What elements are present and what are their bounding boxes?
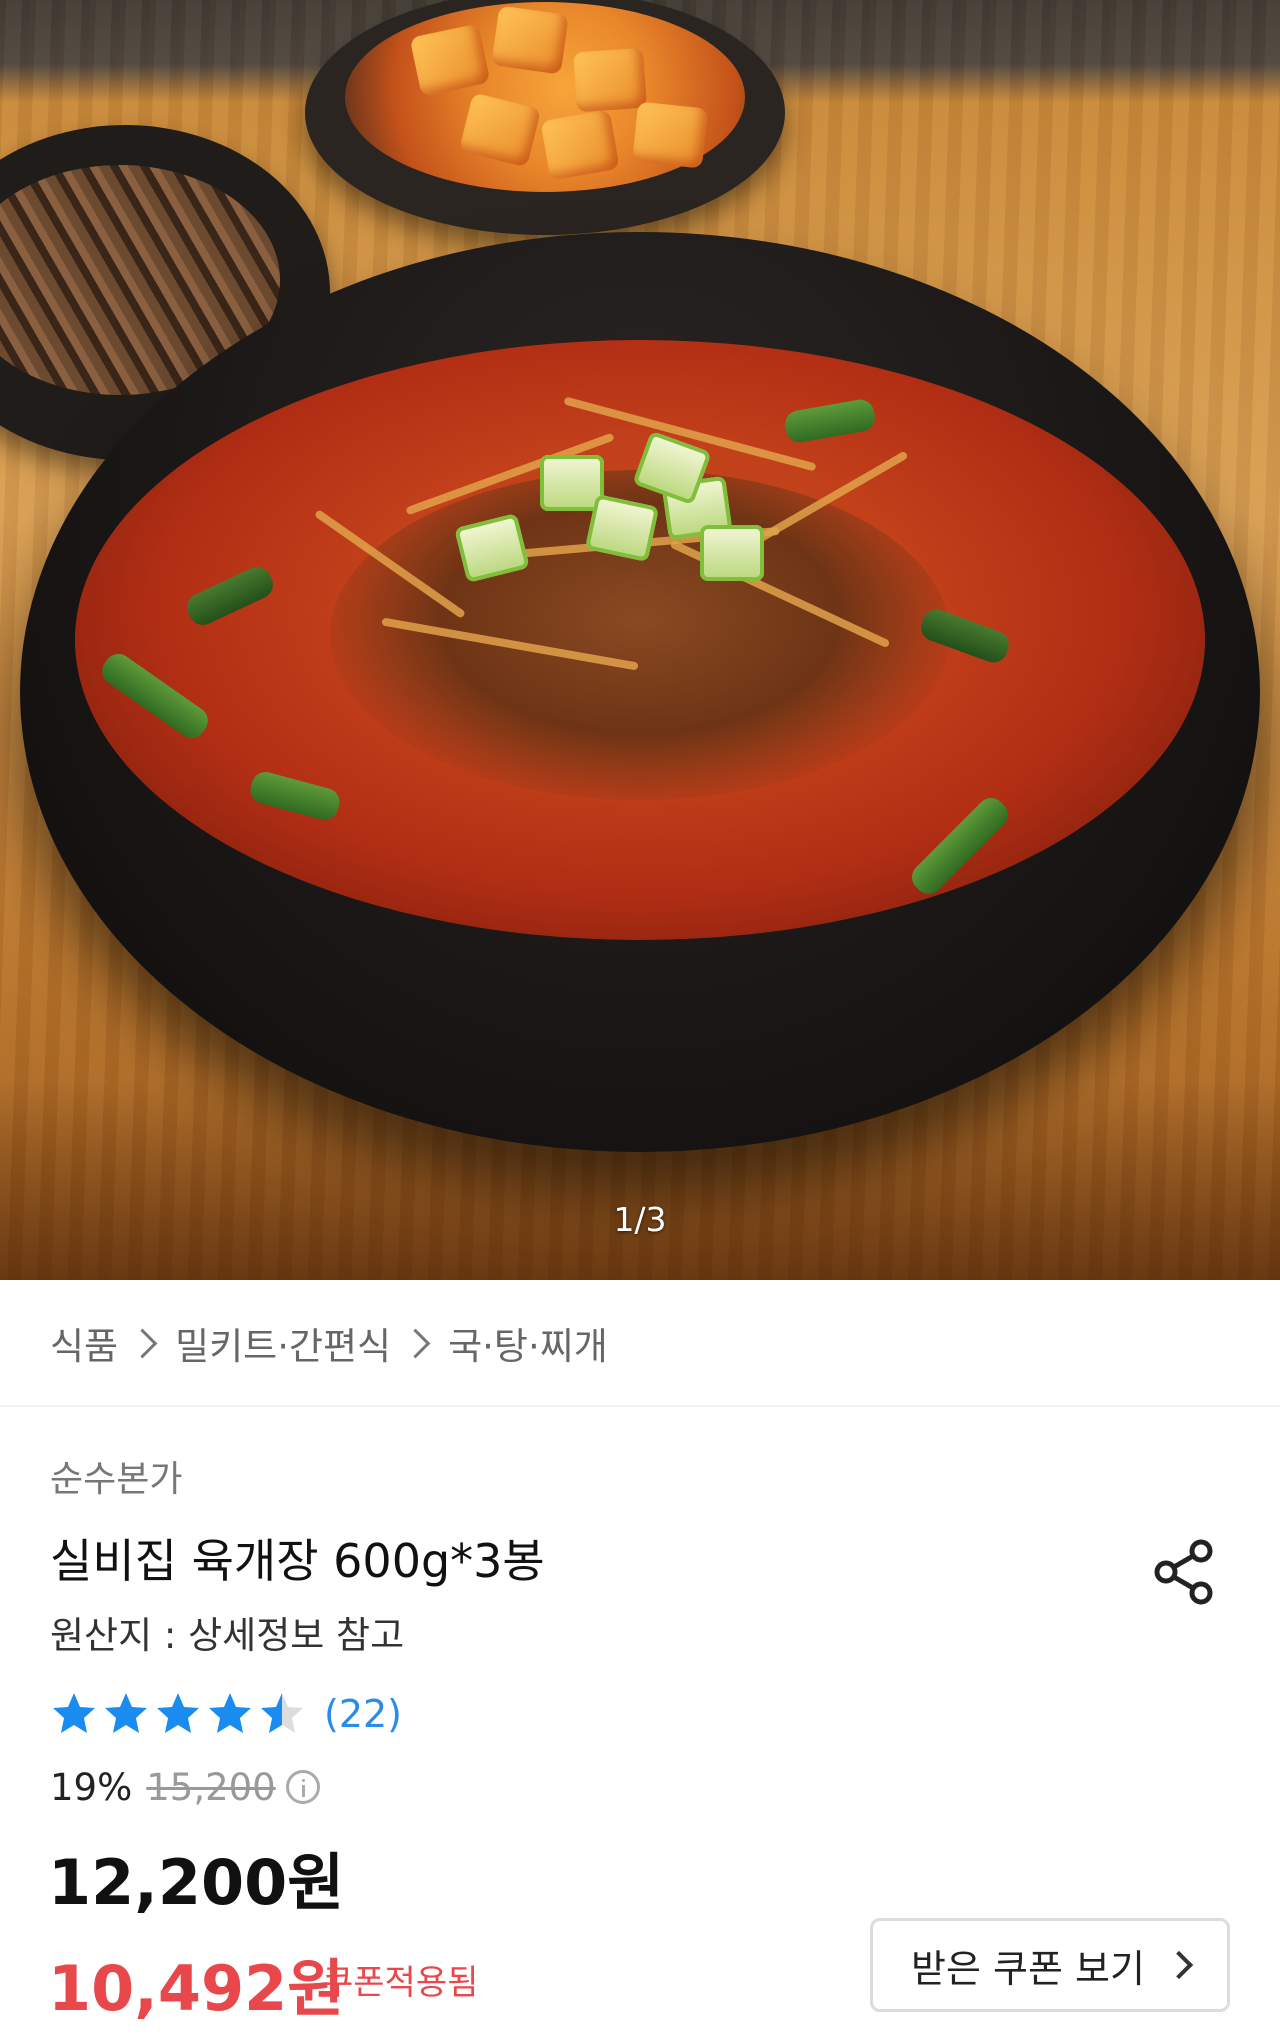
original-price: 15,200 [146,1765,276,1809]
section-divider [0,1405,1280,1407]
product-image[interactable]: 1/3 [0,0,1280,1280]
star-icon [261,1693,303,1733]
product-title: 실비집 육개장 600g*3봉 [50,1534,545,1588]
discount-row: 19% 15,200 [50,1763,320,1811]
breadcrumb: 식품 밀키트·간편식 국·탕·찌개 [50,1318,608,1368]
info-icon[interactable] [285,1770,320,1804]
share-icon [1154,1539,1213,1605]
brand-name[interactable]: 순수본가 [50,1450,182,1502]
star-icon [157,1693,199,1733]
sale-price: 12,200원 [48,1846,345,1919]
breadcrumb-item-food[interactable]: 식품 [50,1316,118,1370]
star-icon [53,1693,95,1733]
rating[interactable]: (22) [50,1688,402,1740]
coupon-price: 10,492원 [48,1952,345,2025]
view-coupons-label: 받은 쿠폰 보기 [911,1946,1145,1991]
image-counter: 1/3 [613,1200,667,1239]
chevron-right-icon [1164,1950,1194,1980]
breadcrumb-item-soup[interactable]: 국·탕·찌개 [448,1316,608,1370]
kimchi-side-dish [305,0,785,235]
share-button[interactable] [1148,1535,1222,1609]
discount-percent: 19% [50,1765,133,1809]
origin-info: 원산지 : 상세정보 참고 [50,1614,405,1657]
breadcrumb-item-mealkit[interactable]: 밀키트·간편식 [175,1316,391,1370]
chevron-right-icon [400,1328,431,1358]
rating-stars [50,1690,310,1738]
coupon-applied-label: 쿠폰적용됨 [322,1963,479,2003]
star-icon [105,1693,147,1733]
chevron-right-icon [127,1328,158,1358]
review-count[interactable]: (22) [324,1692,402,1736]
star-icon [209,1693,251,1733]
view-coupons-button[interactable]: 받은 쿠폰 보기 [870,1918,1230,2012]
